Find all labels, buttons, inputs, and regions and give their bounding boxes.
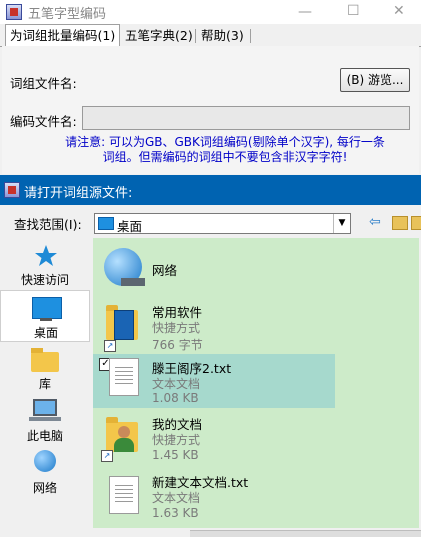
place-this-pc[interactable]: 此电脑 (0, 394, 90, 446)
maximize-button[interactable]: ☐ (347, 3, 360, 19)
shortcut-arrow-icon: ↗ (101, 450, 113, 462)
file-type: 文本文档 (152, 491, 201, 505)
file-type: 文本文档 (152, 377, 201, 391)
place-quick-access[interactable]: 快速访问 (0, 238, 90, 290)
network-icon-base (121, 278, 145, 286)
look-in-value: 桌面 (117, 219, 143, 234)
network-icon (34, 450, 56, 472)
computer-icon (33, 399, 57, 416)
place-label: 此电脑 (26, 429, 63, 443)
desktop-icon (32, 297, 62, 319)
library-icon-tab (31, 348, 43, 353)
app-shortcut-icon (114, 310, 134, 340)
list-item-new-text-document[interactable]: 新建文本文档.txt 文本文档 1.63 KB (93, 468, 419, 526)
look-in-dropdown[interactable]: 桌面 ▼ (94, 213, 351, 234)
place-desktop[interactable]: 桌面 (0, 290, 90, 342)
place-label: 快速访问 (20, 273, 69, 287)
place-label: 桌面 (33, 326, 58, 340)
list-item-my-documents[interactable]: ↗ 我的文档 快捷方式 1.45 KB (93, 410, 419, 468)
phrase-file-label: 词组文件名: (10, 76, 77, 91)
desktop-icon (98, 217, 114, 230)
list-item-network[interactable]: 网络 (93, 238, 419, 298)
file-size: 1.63 KB (152, 506, 199, 520)
browse-button[interactable]: (B) 游览... (340, 68, 410, 92)
file-name: 网络 (152, 263, 178, 278)
notice-text: 请注意: 可以为GB、GBK词组编码(剔除单个汉字), 每行一条词组。但需编码的… (65, 135, 385, 164)
close-button[interactable]: ✕ (393, 3, 405, 19)
back-arrow-icon[interactable]: ⇦ (369, 214, 381, 230)
new-folder-icon[interactable] (392, 216, 408, 230)
back-window-title: 五笔字型编码 (28, 7, 107, 22)
folder-up-icon[interactable] (411, 216, 421, 230)
tab-divider (195, 29, 196, 43)
user-body-icon (114, 438, 134, 452)
dialog-titlebar: 请打开词组源文件: (0, 175, 421, 205)
app-icon (6, 4, 22, 20)
place-label: 网络 (32, 481, 57, 495)
monitor-stand (40, 318, 52, 321)
library-icon (31, 352, 59, 372)
tab-batch-encode[interactable]: 为词组批量编码(1) (5, 24, 121, 47)
code-file-label: 编码文件名: (10, 114, 77, 129)
computer-icon-base (29, 417, 61, 421)
text-file-icon (109, 476, 139, 514)
file-size: 766 字节 (152, 338, 203, 352)
dialog-app-icon (4, 182, 20, 198)
tab-help[interactable]: 帮助(3) (197, 26, 248, 45)
user-head-icon (118, 426, 130, 438)
dialog-title: 请打开词组源文件: (24, 186, 133, 201)
minimize-button[interactable]: — (298, 4, 312, 20)
back-window-titlebar: 五笔字型编码 — ☐ ✕ (0, 0, 421, 24)
file-type: 快捷方式 (152, 433, 201, 447)
chevron-down-icon[interactable]: ▼ (333, 214, 350, 233)
file-size: 1.08 KB (152, 391, 199, 405)
file-size: 1.45 KB (152, 448, 199, 462)
list-item-common-software[interactable]: ↗ 常用软件 快捷方式 766 字节 (93, 298, 419, 354)
places-bar: 快速访问 桌面 库 此电脑 网络 (0, 238, 90, 536)
file-type: 快捷方式 (152, 321, 201, 335)
file-list: 网络 ↗ 常用软件 快捷方式 766 字节 ✓ 滕王阁序2.txt 文本文档 1… (93, 238, 419, 528)
tab-bar: 为词组批量编码(1) 五笔字典(2) 帮助(3) (0, 24, 421, 47)
place-library[interactable]: 库 (0, 342, 90, 394)
place-network[interactable]: 网络 (0, 446, 90, 498)
tab-divider (250, 29, 251, 43)
look-in-label: 查找范围(I): (14, 217, 82, 232)
list-item-tengwangge[interactable]: ✓ 滕王阁序2.txt 文本文档 1.08 KB (93, 354, 335, 408)
tab-wubi-dictionary[interactable]: 五笔字典(2) (121, 26, 197, 45)
code-file-field[interactable] (82, 106, 410, 130)
shortcut-arrow-icon: ↗ (104, 340, 116, 352)
place-label: 库 (38, 377, 51, 391)
star-icon (35, 245, 57, 266)
tab-divider (119, 29, 120, 43)
text-file-icon (109, 358, 139, 396)
